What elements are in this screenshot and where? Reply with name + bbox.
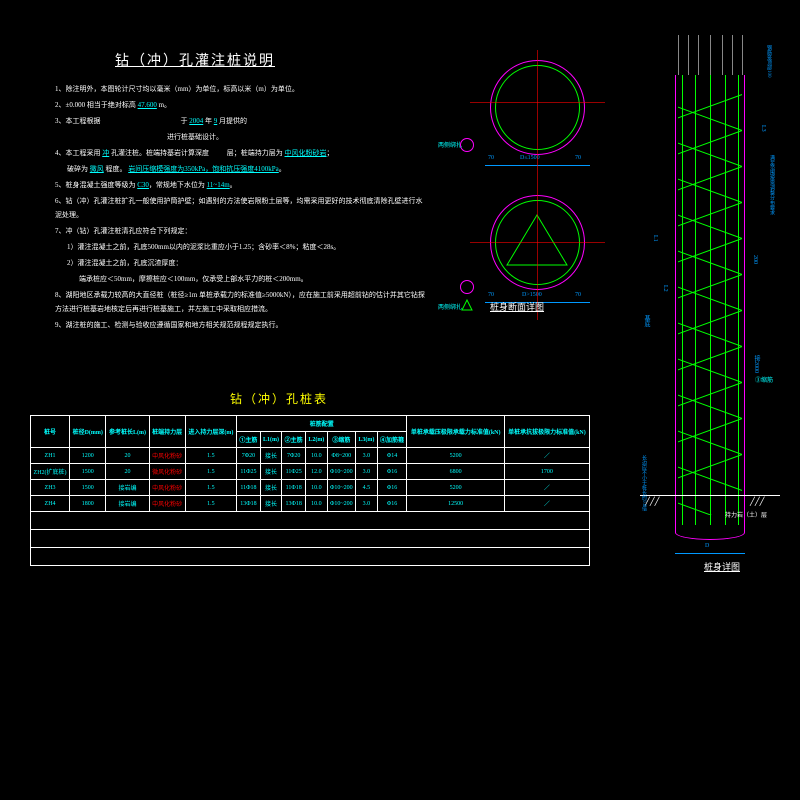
th-r4: ④加筋箍	[377, 432, 407, 448]
small-triangle-icon	[460, 298, 474, 312]
dim-l2: L2	[662, 285, 668, 292]
dim-base: 基底	[642, 315, 651, 327]
dim-200: 200	[752, 255, 758, 264]
dim-l1: L1	[652, 235, 658, 242]
dim-70-4: 70	[575, 292, 581, 298]
dim-70-1: 70	[488, 155, 494, 161]
top-note: 钢筋笼顶部100	[765, 45, 772, 78]
th-depth: 进入持力层深(m)	[185, 416, 236, 448]
note-4b: 破碎为 微风 程度。 岩间压缩模强度为350kPa，饱和抗压强度4100kPa。	[55, 162, 425, 176]
th-rebar: 桩筋配置	[237, 416, 407, 432]
note-7-2: 2）灌注混凝土之前，孔底沉渣厚度：	[55, 256, 425, 270]
th-r2: ②主筋	[282, 432, 306, 448]
dim-l3: L3	[760, 125, 766, 132]
notes-block: 1、除注明外，本图轮计尺寸均以毫米（mm）为单位，标高以米（m）为单位。 2、±…	[55, 80, 425, 334]
th-cap1: 单桩承载压极限承载力标准值(kN)	[407, 416, 504, 448]
note-6: 6、钻（冲）孔灌注桩扩孔一般使用护筒护壁；如遇别的方法使岩限粉土层等，均需采用更…	[55, 194, 425, 222]
leader-2: 两侧绑扎	[438, 302, 462, 311]
grid-v2	[688, 35, 689, 75]
ground-hatch-2: ╱╱╱	[750, 497, 764, 506]
note-7: 7、冲（钻）孔灌注桩清孔应符合下列规定：	[55, 224, 425, 238]
pile-label: 桩身详图	[704, 560, 740, 573]
drawing-title: 钻（冲）孔灌注桩说明	[115, 50, 275, 70]
dim-70-2: 70	[575, 155, 581, 161]
table-row: ZH41800接岩编中风化粉砂1.513Φ18接长13Φ1810.0Φ10~20…	[31, 496, 590, 512]
pile-elevation-view: ╱╱╱ ╱╱╱ 持力岩（土）层 D L1 L2 L3 200 接2000 ③缩筋…	[640, 35, 780, 565]
note-7-1: 1）灌注混凝土之前，孔底500mm以内的泥浆比重应小于1.25；含砂率＜8%；粘…	[55, 240, 425, 254]
empty-row	[31, 512, 590, 530]
small-circle-1	[460, 138, 474, 152]
leader-1: 两侧绑扎	[438, 140, 462, 149]
th-layer: 桩端持力层	[149, 416, 185, 448]
empty-row	[31, 548, 590, 566]
table-row: ZH2(扩底桩)150020微风化粉砂1.511Φ25接长11Φ2512.0Φ1…	[31, 464, 590, 480]
th-l2: L2(m)	[306, 432, 328, 448]
th-cap2: 单桩承抗拔极限力标准值(kN)	[504, 416, 589, 448]
note-9: 9、湖注桩的施工、检测与验收应遵循国家和地方相关规范规程规定执行。	[55, 318, 425, 332]
th-r1: ①主筋	[237, 432, 261, 448]
table-row: ZH1120020中风化粉砂1.57Φ20接长7Φ2010.0Φ8~2003.0…	[31, 448, 590, 464]
center-line-h2	[470, 242, 605, 243]
pile-bottom	[675, 525, 745, 540]
note-2: 2、±0.000 相当于绝对标高 47.600 m。	[55, 98, 425, 112]
empty-row	[31, 530, 590, 548]
table-title: 钻（冲）孔桩表	[230, 390, 328, 407]
note-4: 4、本工程采用 冲 孔灌注桩。桩端持基岩计算深度 层；桩端持力层为 中风化粉砂岩…	[55, 146, 425, 160]
grid-v7	[742, 35, 743, 75]
small-circle-2	[460, 280, 474, 294]
note-8: 8、湖阳地区承载力较高的大直径桩（桩径≥1m 单桩承载力的标准值≥5000kN）…	[55, 288, 425, 316]
table-row: ZH31500接岩编中风化粉砂1.511Φ18接长11Φ1810.0Φ10~20…	[31, 480, 590, 496]
note-3: 3、本工程根据于 2004 年 9 月提供的	[55, 114, 425, 128]
dim-70-3: 70	[488, 292, 494, 298]
pile-table: 桩号 桩径D(mm) 参考桩长L(m) 桩端持力层 进入持力层深(m) 桩筋配置…	[30, 415, 590, 566]
note-1: 1、除注明外，本图轮计尺寸均以毫米（mm）为单位，标高以米（m）为单位。	[55, 82, 425, 96]
dim-d-label: D	[705, 543, 709, 549]
center-line-h1	[470, 102, 605, 103]
grid-v6	[732, 35, 733, 75]
th-id: 桩号	[31, 416, 70, 448]
note-7-3: 端承桩应＜50mm，摩擦桩应＜100mm，仅承受上部水平力的桩＜200mm。	[55, 272, 425, 286]
bottom-note: 长边应不小于桩长的0.6倍	[640, 455, 647, 511]
grid-v4	[710, 35, 711, 75]
leader-3: ③缩筋	[755, 375, 773, 384]
dim-d	[675, 553, 745, 554]
ground-line	[640, 495, 780, 496]
ground-label: 持力岩（土）层	[725, 510, 767, 519]
ground-hatch: ╱╱╱	[645, 497, 659, 506]
th-l3: L3(m)	[356, 432, 378, 448]
side-note: 满足范围按需调整分布要求	[768, 155, 775, 215]
dim-2000: 接2000	[752, 355, 761, 373]
th-l: 参考桩长L(m)	[106, 416, 149, 448]
th-r3: ③缩筋	[327, 432, 355, 448]
grid-v5	[722, 35, 723, 75]
dim-d2: D>1500	[522, 292, 542, 298]
note-3b: 进行桩基础设计。	[55, 130, 425, 144]
grid-v1	[678, 35, 679, 75]
th-d: 桩径D(mm)	[70, 416, 106, 448]
th-l1: L1(m)	[260, 432, 282, 448]
spiral-rebar	[678, 85, 742, 515]
center-line-v	[537, 50, 538, 320]
note-5: 5、桩身混凝土强度等级为 C30，常规地下水位为 11~14m。	[55, 178, 425, 192]
section-label: 桩身断面详图	[490, 300, 544, 313]
grid-v3	[698, 35, 699, 75]
